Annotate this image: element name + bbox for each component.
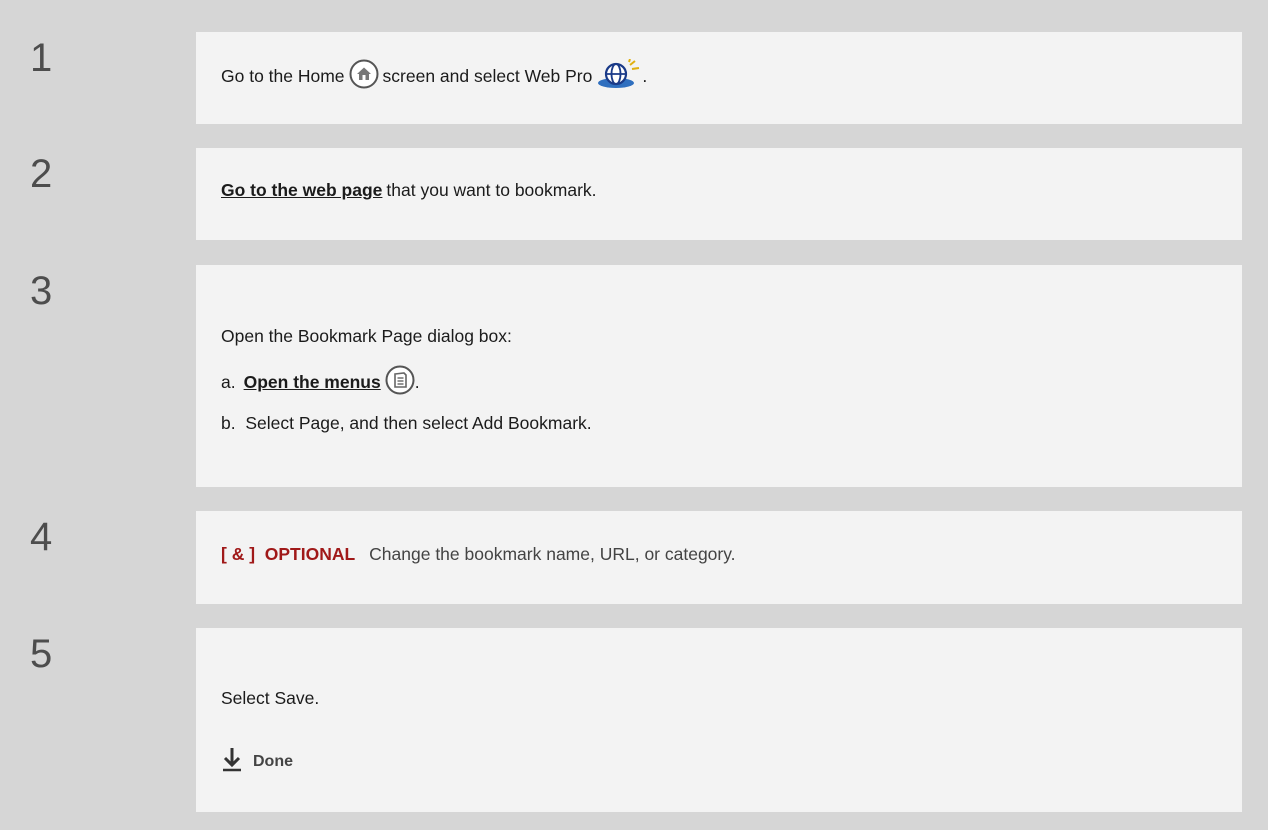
step-number: 2 xyxy=(30,152,53,196)
step-number: 4 xyxy=(30,515,53,559)
step-4-text: Change the bookmark name, URL, or catego… xyxy=(369,544,736,564)
menu-icon xyxy=(385,365,415,400)
substep-a-prefix: a. xyxy=(221,372,236,392)
step-3: 3 Open the Bookmark Page dialog box: a. … xyxy=(8,265,1242,487)
web-pro-globe-icon xyxy=(596,58,642,94)
step-5-line: Select Save. xyxy=(221,688,319,709)
step-4: 4 [ & ] OPTIONAL Change the bookmark nam… xyxy=(8,511,1242,604)
step-3-intro: Open the Bookmark Page dialog box: xyxy=(221,326,512,347)
step-3-intro-text: Open the Bookmark Page dialog box: xyxy=(221,326,512,346)
step-1-text-a: Go to the Home xyxy=(221,66,345,86)
step-number-cell: 3 xyxy=(8,265,196,487)
step-number: 1 xyxy=(30,36,53,80)
step-5: 5 Select Save. Done xyxy=(8,628,1242,812)
step-2-line: Go to the web page that you want to book… xyxy=(221,180,597,201)
step-number: 5 xyxy=(30,632,53,676)
go-to-web-page-link[interactable]: Go to the web page xyxy=(221,180,382,201)
step-1-text-c: . xyxy=(642,66,648,86)
step-number-cell: 5 xyxy=(8,628,196,812)
step-content: Go to the Home screen and select Web Pro xyxy=(196,32,1242,124)
step-2-text: that you want to bookmark. xyxy=(386,180,597,200)
step-content: Go to the web page that you want to book… xyxy=(196,148,1242,240)
substep-a-suffix: . xyxy=(414,372,420,392)
step-1-line: Go to the Home screen and select Web Pro xyxy=(221,58,648,94)
step-number-cell: 1 xyxy=(8,32,196,124)
step-5-text: Select Save. xyxy=(221,688,320,708)
step-1: 1 Go to the Home screen and select Web P… xyxy=(8,32,1242,124)
done-label: Done xyxy=(253,752,293,770)
optional-badge: [ & ] OPTIONAL xyxy=(221,544,356,564)
step-number-cell: 2 xyxy=(8,148,196,240)
step-3-substep-b: b. Select Page, and then select Add Book… xyxy=(221,413,592,434)
home-icon xyxy=(349,59,379,94)
step-2: 2 Go to the web page that you want to bo… xyxy=(8,148,1242,240)
step-content: Select Save. Done xyxy=(196,628,1242,812)
down-arrow-icon xyxy=(221,746,243,777)
step-1-text-b: screen and select Web Pro xyxy=(382,66,593,86)
done-marker: Done xyxy=(221,746,293,777)
open-menus-link[interactable]: Open the menus xyxy=(244,372,381,393)
step-number-cell: 4 xyxy=(8,511,196,604)
step-content: Open the Bookmark Page dialog box: a. Op… xyxy=(196,265,1242,487)
step-4-line: [ & ] OPTIONAL Change the bookmark name,… xyxy=(221,544,736,565)
substep-b-text: b. Select Page, and then select Add Book… xyxy=(221,413,592,433)
step-content: [ & ] OPTIONAL Change the bookmark name,… xyxy=(196,511,1242,604)
step-number: 3 xyxy=(30,269,53,313)
step-3-substep-a: a. Open the menus . xyxy=(221,365,420,400)
